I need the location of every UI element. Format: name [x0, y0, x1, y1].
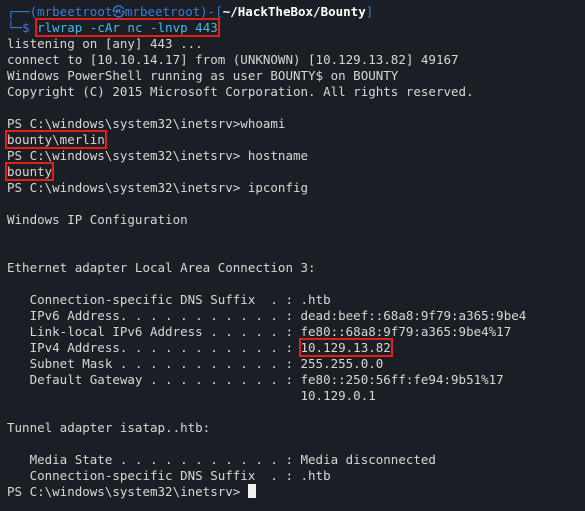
copyright-line: Copyright (C) 2015 Microsoft Corporation… — [7, 84, 474, 99]
media-state-line: Media State . . . . . . . . . . . : Medi… — [7, 452, 436, 467]
ip-config-title: Windows IP Configuration — [7, 212, 188, 227]
default-gateway-line-2: 10.129.0.1 — [7, 388, 376, 403]
whoami-command: whoami — [240, 116, 286, 131]
subnet-mask-line: Subnet Mask . . . . . . . . . . . : 255.… — [7, 356, 384, 371]
prompt-host: mrbeetroot — [124, 4, 201, 19]
ipv4-value: 10.129.13.82 — [298, 338, 393, 357]
connect-line: connect to [10.10.14.17] from (UNKNOWN) … — [7, 52, 459, 67]
final-prompt-line: PS C:\windows\system32\inetsrv> — [7, 484, 585, 500]
cursor — [247, 484, 256, 498]
ps-prompt: PS C:\windows\system32\inetsrv> — [7, 116, 241, 131]
hostname-result: bounty — [4, 162, 55, 181]
listener-command: rlwrap -cAr nc -lnvp 443 — [35, 18, 220, 37]
dns-suffix-line: Connection-specific DNS Suffix . : .htb — [7, 292, 331, 307]
ipv4-address-line: IPv4 Address. . . . . . . . . . . : 10.1… — [7, 338, 585, 357]
ipv6-address-line: IPv6 Address. . . . . . . . . . . : dead… — [7, 308, 527, 323]
prompt-command-line: └─$ rlwrap -cAr nc -lnvp 443 — [7, 18, 220, 37]
prompt-at-symbol: ㉿ — [112, 4, 125, 19]
whoami-command-line: PS C:\windows\system32\inetsrv>whoami — [7, 116, 585, 132]
whoami-result: bounty\merlin — [5, 130, 107, 149]
hostname-command-line: PS C:\windows\system32\inetsrv> hostname — [7, 148, 585, 164]
hostname-result-line: bounty — [4, 162, 585, 181]
listening-line: listening on [any] 443 ... — [7, 36, 203, 51]
final-ps-prompt: PS C:\windows\system32\inetsrv> — [7, 484, 248, 499]
prompt-path: ~/HackTheBox/Bounty — [222, 4, 366, 19]
ps-prompt: PS C:\windows\system32\inetsrv> — [7, 148, 241, 163]
prompt-user: mrbeetroot — [37, 4, 113, 19]
ipv4-label: IPv4 Address. . . . . . . . . . . : — [7, 340, 301, 355]
prompt-header-line: ┌──(mrbeetroot㉿mrbeetroot)-[~/HackTheBox… — [7, 4, 374, 19]
ps-prompt: PS C:\windows\system32\inetsrv> — [7, 180, 241, 195]
default-gateway-line: Default Gateway . . . . . . . . . : fe80… — [7, 372, 504, 387]
tunnel-dns-suffix-line: Connection-specific DNS Suffix . : .htb — [7, 468, 331, 483]
terminal-window[interactable]: ┌──(mrbeetroot㉿mrbeetroot)-[~/HackTheBox… — [0, 0, 585, 511]
whoami-result-line: bounty\merlin — [5, 130, 585, 149]
ipconfig-command-line: PS C:\windows\system32\inetsrv> ipconfig — [7, 180, 585, 196]
ethernet-adapter-heading: Ethernet adapter Local Area Connection 3… — [7, 260, 316, 275]
link-local-ipv6-line: Link-local IPv6 Address . . . . . : fe80… — [7, 324, 512, 339]
hostname-command: hostname — [240, 148, 309, 163]
ipconfig-command: ipconfig — [240, 180, 309, 195]
tunnel-adapter-heading: Tunnel adapter isatap.⁠.htb: — [7, 420, 211, 435]
powershell-banner: Windows PowerShell running as user BOUNT… — [7, 68, 399, 83]
prompt-dollar: $ — [22, 20, 38, 35]
